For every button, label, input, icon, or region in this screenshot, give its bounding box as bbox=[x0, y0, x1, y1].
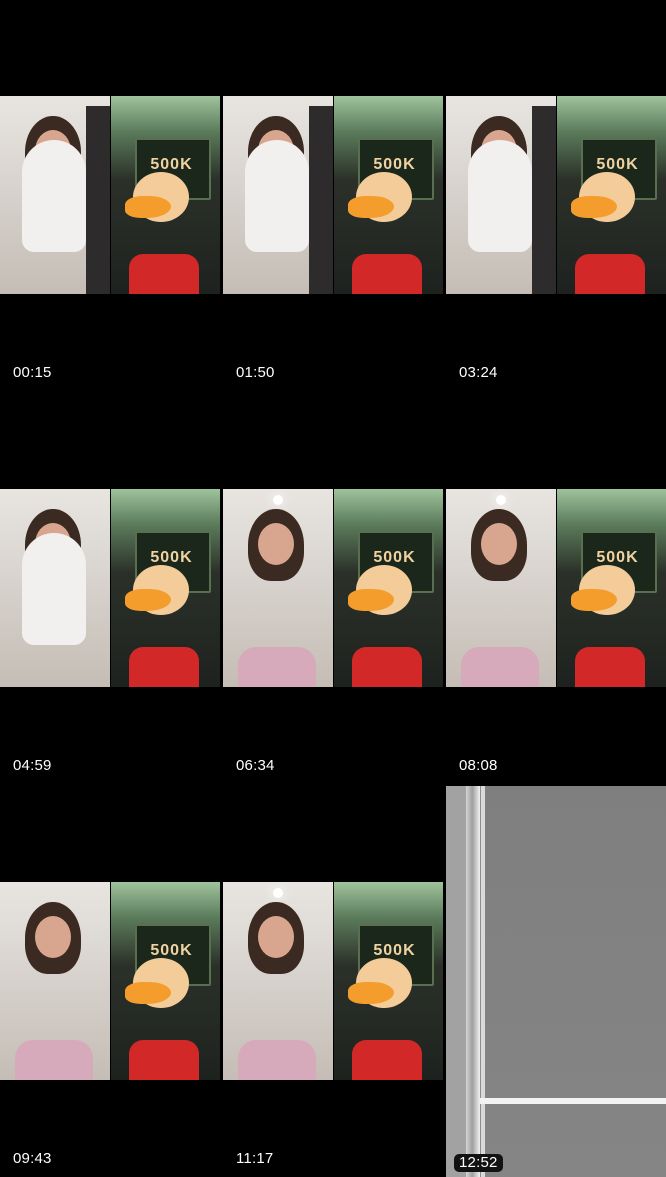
pink-pillow bbox=[461, 647, 539, 687]
thumbnail-3[interactable]: 500K 03:24 bbox=[446, 0, 666, 391]
video-thumbnail-grid: 500K 00:15 500K 01:50 500K 03:24 bbox=[0, 0, 666, 1176]
sign-text: 500K bbox=[136, 942, 208, 960]
face-shape bbox=[258, 916, 294, 958]
duck-beak bbox=[348, 589, 394, 611]
ceiling-light bbox=[273, 495, 283, 505]
door-shape bbox=[309, 106, 333, 294]
thumbnail-2[interactable]: 500K 01:50 bbox=[223, 0, 443, 391]
window-mullion bbox=[466, 786, 480, 1177]
spider-shirt bbox=[129, 1040, 199, 1080]
timestamp: 06:34 bbox=[236, 757, 275, 775]
face-shape bbox=[258, 523, 294, 565]
pink-pillow bbox=[238, 1040, 316, 1080]
person-shape bbox=[22, 140, 86, 252]
timestamp: 03:24 bbox=[459, 364, 498, 382]
person-shape bbox=[245, 140, 309, 252]
thumbnail-7[interactable]: 500K 09:43 bbox=[0, 786, 220, 1177]
face-shape bbox=[35, 916, 71, 958]
sign-text: 500K bbox=[582, 549, 654, 567]
thumbnail-5[interactable]: 500K 06:34 bbox=[223, 393, 443, 784]
thumbnail-6[interactable]: 500K 08:08 bbox=[446, 393, 666, 784]
spider-shirt bbox=[575, 254, 645, 294]
thumbnail-4-preview: 500K bbox=[0, 489, 220, 687]
right-video-pane: 500K bbox=[111, 489, 221, 687]
door-shape bbox=[532, 106, 556, 294]
window-crossbar bbox=[480, 1098, 666, 1104]
timestamp: 08:08 bbox=[459, 757, 498, 775]
door-shape bbox=[86, 106, 110, 294]
thumbnail-5-preview: 500K bbox=[223, 489, 443, 687]
timestamp: 09:43 bbox=[13, 1150, 52, 1168]
thumbnail-1[interactable]: 500K 00:15 bbox=[0, 0, 220, 391]
duck-beak bbox=[571, 589, 617, 611]
left-video-pane bbox=[0, 489, 110, 687]
spider-shirt bbox=[129, 647, 199, 687]
right-video-pane: 500K bbox=[334, 489, 444, 687]
thumbnail-2-preview: 500K bbox=[223, 96, 443, 294]
sign-text: 500K bbox=[359, 942, 431, 960]
thumbnail-4[interactable]: 500K 04:59 bbox=[0, 393, 220, 784]
sign-text: 500K bbox=[359, 549, 431, 567]
right-video-pane: 500K bbox=[557, 96, 666, 294]
spider-shirt bbox=[575, 647, 645, 687]
right-video-pane: 500K bbox=[334, 96, 444, 294]
right-video-pane: 500K bbox=[334, 882, 444, 1080]
timestamp: 04:59 bbox=[13, 757, 52, 775]
face-shape bbox=[481, 523, 517, 565]
sign-text: 500K bbox=[582, 156, 654, 174]
thumbnail-3-preview: 500K bbox=[446, 96, 666, 294]
spider-shirt bbox=[352, 1040, 422, 1080]
timestamp: 11:17 bbox=[236, 1150, 273, 1168]
sign-text: 500K bbox=[136, 549, 208, 567]
duck-beak bbox=[125, 982, 171, 1004]
right-video-pane: 500K bbox=[111, 882, 221, 1080]
spider-shirt bbox=[352, 254, 422, 294]
thumbnail-6-preview: 500K bbox=[446, 489, 666, 687]
duck-beak bbox=[348, 982, 394, 1004]
left-video-pane bbox=[223, 96, 333, 294]
duck-beak bbox=[571, 196, 617, 218]
sign-text: 500K bbox=[359, 156, 431, 174]
left-video-pane bbox=[0, 882, 110, 1080]
pink-pillow bbox=[15, 1040, 93, 1080]
left-video-pane bbox=[0, 96, 110, 294]
duck-beak bbox=[348, 196, 394, 218]
thumbnail-9[interactable]: 12:52 bbox=[446, 786, 666, 1177]
window-glass bbox=[485, 786, 666, 1177]
selected-timestamp: 12:52 bbox=[454, 1154, 503, 1172]
timestamp: 01:50 bbox=[236, 364, 275, 382]
left-video-pane bbox=[223, 882, 333, 1080]
thumbnail-7-preview: 500K bbox=[0, 882, 220, 1080]
duck-beak bbox=[125, 196, 171, 218]
window-edge bbox=[446, 786, 466, 1177]
person-shape bbox=[468, 140, 532, 252]
spider-shirt bbox=[129, 254, 199, 294]
right-video-pane: 500K bbox=[557, 489, 666, 687]
person-shape bbox=[22, 533, 86, 645]
right-video-pane: 500K bbox=[111, 96, 221, 294]
timestamp: 00:15 bbox=[13, 364, 52, 382]
thumbnail-1-preview: 500K bbox=[0, 96, 220, 294]
sign-text: 500K bbox=[136, 156, 208, 174]
ceiling-light bbox=[496, 495, 506, 505]
pink-pillow bbox=[238, 647, 316, 687]
left-video-pane bbox=[446, 96, 556, 294]
thumbnail-8-preview: 500K bbox=[223, 882, 443, 1080]
left-video-pane bbox=[223, 489, 333, 687]
spider-shirt bbox=[352, 647, 422, 687]
left-video-pane bbox=[446, 489, 556, 687]
ceiling-light bbox=[273, 888, 283, 898]
duck-beak bbox=[125, 589, 171, 611]
thumbnail-8[interactable]: 500K 11:17 bbox=[223, 786, 443, 1177]
